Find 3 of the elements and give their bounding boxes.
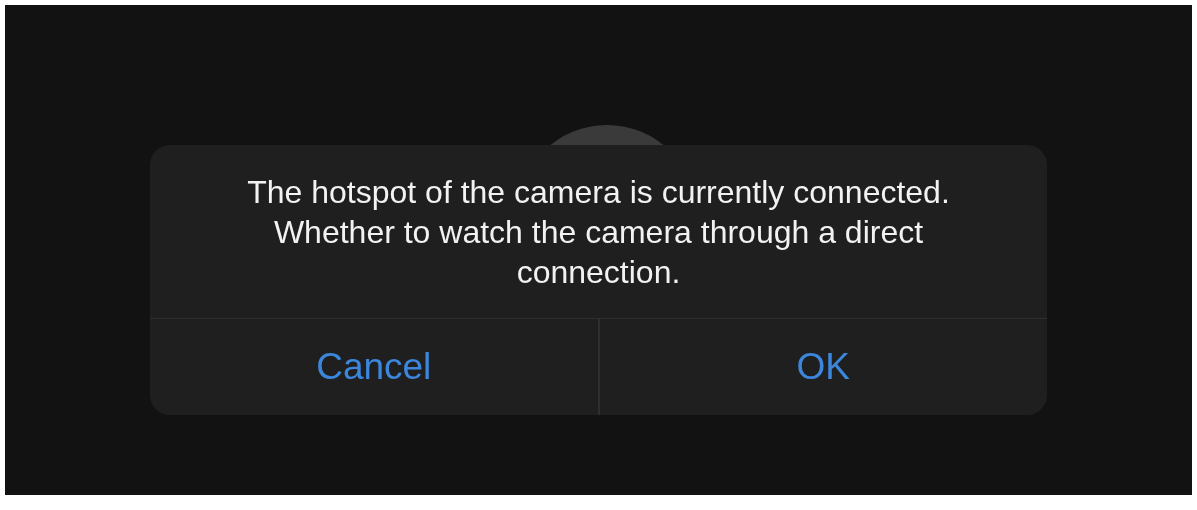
dialog-message: The hotspot of the camera is currently connected. Whether to watch the camera through a direct connection.: [246, 172, 951, 292]
ok-button[interactable]: OK: [597, 319, 1047, 415]
cancel-button[interactable]: Cancel: [150, 319, 598, 415]
